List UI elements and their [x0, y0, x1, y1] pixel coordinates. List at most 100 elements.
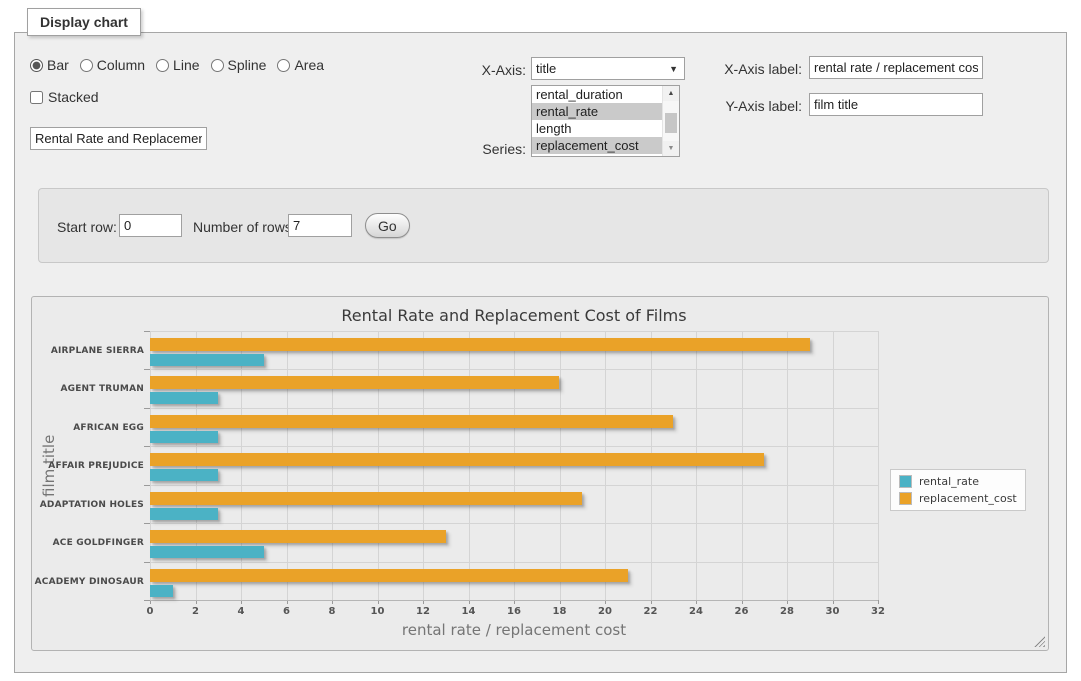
x-axis-label-caption: X-Axis label:: [707, 61, 802, 77]
legend-label-replacement-cost: replacement_cost: [919, 492, 1017, 505]
gridline-horizontal: [150, 369, 878, 370]
category-label: ADAPTATION HOLES: [34, 500, 144, 510]
x-tick-label: 28: [772, 606, 802, 617]
num-rows-input[interactable]: [288, 214, 352, 237]
x-tick-label: 32: [863, 606, 893, 617]
x-axis-tick: [878, 600, 879, 604]
bar-rental_rate: [150, 354, 264, 366]
radio-bar[interactable]: Bar: [30, 57, 69, 73]
category-label: AFRICAN EGG: [34, 423, 144, 433]
category-label: ACE GOLDFINGER: [34, 538, 144, 548]
gridline-horizontal: [150, 446, 878, 447]
bar-rental_rate: [150, 585, 173, 597]
x-axis-select[interactable]: title ▼: [531, 57, 685, 80]
y-axis-tick: [144, 523, 150, 524]
bar-rental_rate: [150, 508, 218, 520]
stacked-label: Stacked: [48, 89, 99, 105]
radio-bar-input[interactable]: [30, 59, 43, 72]
radio-spline[interactable]: Spline: [211, 57, 267, 73]
start-row-input[interactable]: [119, 214, 182, 237]
y-axis-tick: [144, 446, 150, 447]
gridline-horizontal: [150, 408, 878, 409]
legend-label-rental-rate: rental_rate: [919, 475, 979, 488]
bar-replacement_cost: [150, 569, 628, 582]
chart-legend: rental_rate replacement_cost: [890, 469, 1026, 511]
gridline-vertical: [833, 331, 834, 600]
chart-type-radio-group: Bar Column Line Spline Area: [30, 57, 324, 73]
category-label: AGENT TRUMAN: [34, 384, 144, 394]
x-tick-label: 0: [135, 606, 165, 617]
y-axis-tick: [144, 331, 150, 332]
chart-panel: Rental Rate and Replacement Cost of Film…: [31, 296, 1049, 651]
resize-grip-icon[interactable]: [1034, 636, 1045, 647]
category-label: ACADEMY DINOSAUR: [34, 577, 144, 587]
x-axis-title: rental rate / replacement cost: [150, 621, 878, 639]
listbox-scrollbar[interactable]: ▲ ▼: [662, 86, 679, 156]
category-label: AIRPLANE SIERRA: [34, 346, 144, 356]
x-axis-caption: X-Axis:: [441, 62, 526, 78]
y-axis-tick: [144, 600, 150, 601]
bar-replacement_cost: [150, 415, 673, 428]
chevron-down-icon: ▼: [669, 64, 678, 74]
fieldset-legend: Display chart: [27, 8, 141, 36]
legend-item-rental-rate: rental_rate: [899, 475, 1017, 488]
bar-rental_rate: [150, 392, 218, 404]
radio-bar-label: Bar: [47, 57, 69, 73]
x-tick-label: 8: [317, 606, 347, 617]
bar-replacement_cost: [150, 492, 582, 505]
radio-line[interactable]: Line: [156, 57, 199, 73]
bar-replacement_cost: [150, 530, 446, 543]
radio-line-input[interactable]: [156, 59, 169, 72]
row-controls-panel: Start row: Number of rows: Go: [38, 188, 1049, 263]
x-axis-select-value: title: [536, 61, 669, 76]
stacked-checkbox-row[interactable]: Stacked: [30, 89, 99, 105]
x-tick-label: 16: [499, 606, 529, 617]
x-axis-label-input[interactable]: [809, 56, 983, 79]
radio-spline-input[interactable]: [211, 59, 224, 72]
x-tick-label: 30: [818, 606, 848, 617]
radio-area-label: Area: [294, 57, 324, 73]
x-tick-label: 18: [545, 606, 575, 617]
x-tick-label: 24: [681, 606, 711, 617]
bar-rental_rate: [150, 546, 264, 558]
y-axis-tick: [144, 408, 150, 409]
series-listbox[interactable]: rental_duration rental_rate length repla…: [531, 85, 680, 157]
x-tick-label: 12: [408, 606, 438, 617]
series-option-rental-duration[interactable]: rental_duration: [532, 86, 662, 103]
stacked-checkbox[interactable]: [30, 91, 43, 104]
radio-area-input[interactable]: [277, 59, 290, 72]
bar-replacement_cost: [150, 338, 810, 351]
chart-title: Rental Rate and Replacement Cost of Film…: [150, 306, 878, 325]
y-axis-tick: [144, 562, 150, 563]
y-axis-tick: [144, 485, 150, 486]
y-axis-label-caption: Y-Axis label:: [707, 98, 802, 114]
x-tick-label: 20: [590, 606, 620, 617]
x-axis-line: [150, 600, 878, 601]
legend-item-replacement-cost: replacement_cost: [899, 492, 1017, 505]
go-button[interactable]: Go: [365, 213, 410, 238]
y-axis-tick: [144, 369, 150, 370]
scrollbar-thumb[interactable]: [665, 113, 677, 133]
x-tick-label: 22: [636, 606, 666, 617]
radio-area[interactable]: Area: [277, 57, 324, 73]
series-option-rental-rate[interactable]: rental_rate: [532, 103, 662, 120]
radio-line-label: Line: [173, 57, 199, 73]
y-axis-label-input[interactable]: [809, 93, 983, 116]
chart-title-input[interactable]: [30, 127, 207, 150]
scroll-down-icon[interactable]: ▼: [663, 141, 679, 156]
scroll-up-icon[interactable]: ▲: [663, 86, 679, 101]
series-option-length[interactable]: length: [532, 120, 662, 137]
x-tick-label: 10: [363, 606, 393, 617]
display-chart-fieldset: Display chart Bar Column Line Spline Are…: [14, 32, 1067, 673]
x-tick-label: 14: [454, 606, 484, 617]
radio-column[interactable]: Column: [80, 57, 145, 73]
series-caption: Series:: [441, 141, 526, 157]
gridline-horizontal: [150, 331, 878, 332]
radio-spline-label: Spline: [228, 57, 267, 73]
x-tick-label: 4: [226, 606, 256, 617]
series-option-replacement-cost[interactable]: replacement_cost: [532, 137, 662, 154]
legend-swatch-replacement-cost: [899, 492, 912, 505]
bar-rental_rate: [150, 469, 218, 481]
radio-column-input[interactable]: [80, 59, 93, 72]
bar-replacement_cost: [150, 376, 559, 389]
